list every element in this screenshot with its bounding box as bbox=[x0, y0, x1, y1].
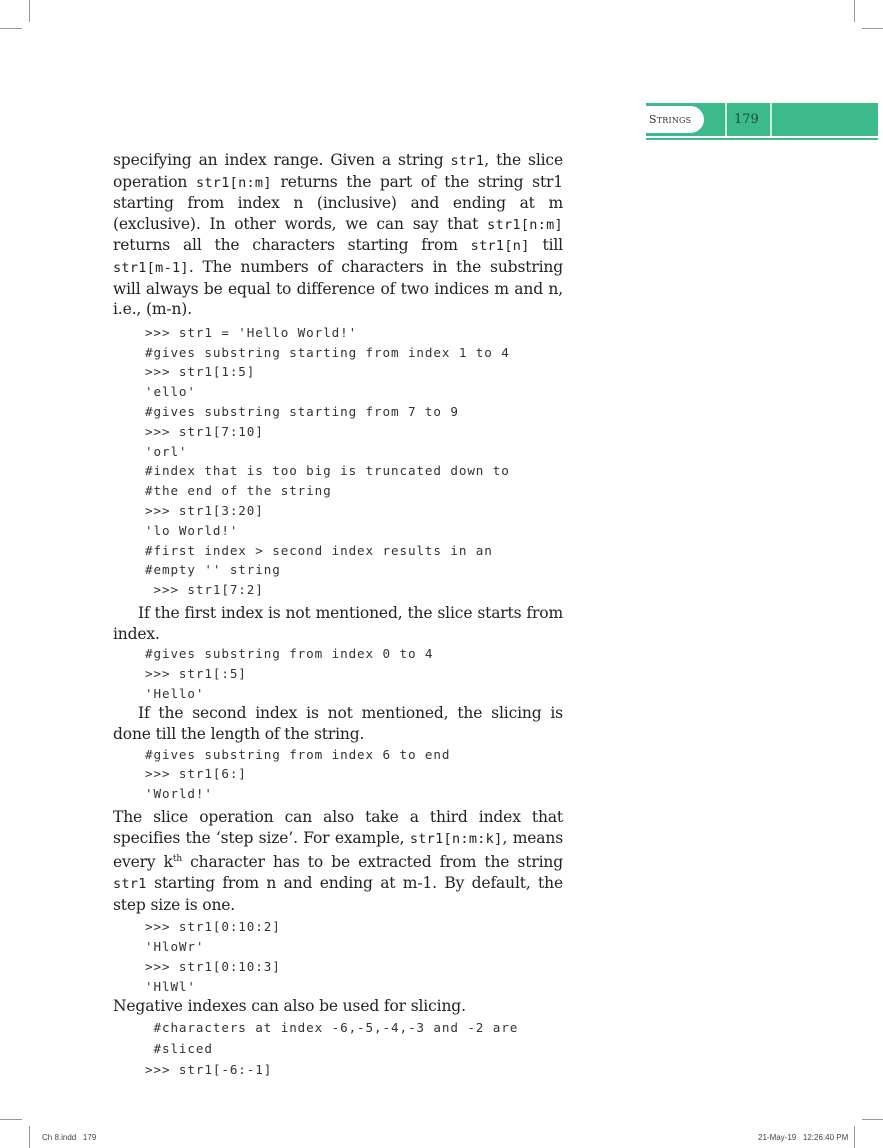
code-line: >>> str1[:5] bbox=[145, 665, 247, 681]
footer-timestamp: 21-May-19 12:26:40 PM bbox=[758, 1133, 849, 1142]
crop-mark-bottom-left-h bbox=[0, 1119, 22, 1120]
code-line: #the end of the string bbox=[145, 483, 332, 499]
superscript: th bbox=[172, 854, 183, 865]
code-line: >>> str1[7:10] bbox=[145, 423, 264, 439]
inline-code: str1[n:m] bbox=[195, 174, 272, 191]
footer-file-info: Ch 8.indd 179 bbox=[42, 1133, 97, 1142]
header-rule bbox=[646, 138, 878, 140]
paragraph-second-index-omitted: If the second index is not mentioned, th… bbox=[113, 704, 563, 744]
inline-code: str1 bbox=[113, 876, 147, 892]
code-line: >>> str1[1:5] bbox=[145, 364, 256, 380]
crop-mark-bottom-left-v bbox=[29, 1126, 30, 1148]
crop-mark-bottom-right-v bbox=[854, 1126, 855, 1148]
text-run: specifying an index range. Given a strin… bbox=[113, 151, 451, 169]
code-block-first-index-omitted: #gives substring from index 0 to 4 >>> st… bbox=[113, 644, 563, 703]
section-title-tab: Strings bbox=[646, 106, 704, 133]
code-line: #index that is too big is truncated down… bbox=[145, 463, 510, 479]
paragraph-negative-indexes: Negative indexes can also be used for sl… bbox=[113, 997, 466, 1016]
code-line: #sliced bbox=[145, 1040, 213, 1056]
code-line: 'ello' bbox=[145, 384, 196, 400]
paragraph-first-index-omitted: If the first index is not mentioned, the… bbox=[113, 603, 563, 643]
code-line: >>> str1[0:10:3] bbox=[145, 958, 281, 974]
header-divider bbox=[770, 103, 772, 136]
crop-mark-bottom-right-h bbox=[862, 1119, 883, 1120]
code-line: #gives substring from index 6 to end bbox=[145, 746, 451, 762]
text-run: till bbox=[529, 236, 563, 255]
code-line: >>> str1[-6:-1] bbox=[145, 1061, 273, 1077]
code-line: 'orl' bbox=[145, 443, 188, 459]
code-block-second-index-omitted: #gives substring from index 6 to end >>> … bbox=[113, 745, 563, 804]
code-block-step-size: >>> str1[0:10:2] 'HloWr' >>> str1[0:10:3] '… bbox=[113, 917, 563, 996]
crop-mark-top-left-h bbox=[0, 28, 22, 29]
header-divider bbox=[725, 103, 727, 136]
inline-code: str1 bbox=[450, 153, 485, 169]
paragraph-step-size: The slice operation can also take a thir… bbox=[113, 807, 563, 915]
code-line: #characters at index -6,-5,-4,-3 and -2 … bbox=[145, 1019, 519, 1035]
section-title: Strings bbox=[649, 113, 692, 126]
code-line: >>> str1[0:10:2] bbox=[145, 919, 281, 935]
text-run: starting from n and ending at m-1. By de… bbox=[113, 874, 563, 914]
inline-code: str1[n:m] bbox=[487, 216, 563, 233]
code-line: 'Hello' bbox=[145, 685, 205, 701]
code-line: >>> str1 = 'Hello World!' bbox=[145, 324, 358, 340]
inline-code: str1[n:m:k] bbox=[409, 830, 503, 847]
code-line: 'HloWr' bbox=[145, 938, 205, 954]
code-line: #empty '' string bbox=[145, 562, 281, 578]
code-line: >>> str1[6:] bbox=[145, 766, 247, 782]
paragraph-slice-range: specifying an index range. Given a strin… bbox=[113, 150, 563, 320]
code-block-slicing-examples: >>> str1 = 'Hello World!' #gives substrin… bbox=[113, 323, 563, 600]
code-line: 'HlWl' bbox=[145, 978, 196, 994]
text-column: specifying an index range. Given a strin… bbox=[113, 150, 563, 1080]
text-run: character has to be extracted from the s… bbox=[182, 853, 563, 872]
code-line: >>> str1[7:2] bbox=[145, 582, 264, 598]
code-line: 'lo World!' bbox=[145, 522, 239, 538]
crop-mark-top-left-v bbox=[29, 0, 30, 22]
code-line: 'World!' bbox=[145, 786, 213, 802]
code-line: #gives substring starting from 7 to 9 bbox=[145, 403, 459, 419]
inline-code: str1[n] bbox=[470, 238, 530, 255]
code-block-negative-indexes: #characters at index -6,-5,-4,-3 and -2 … bbox=[113, 1017, 563, 1080]
crop-mark-top-right-v bbox=[854, 0, 855, 22]
code-line: >>> str1[3:20] bbox=[145, 502, 264, 518]
code-line: #gives substring starting from index 1 t… bbox=[145, 344, 510, 360]
code-line: #gives substring from index 0 to 4 bbox=[145, 646, 434, 662]
text-run: returns all the characters starting from bbox=[113, 236, 471, 255]
page-number: 179 bbox=[734, 112, 759, 127]
crop-mark-top-right-h bbox=[862, 28, 883, 29]
inline-code: str1[m-1] bbox=[113, 259, 189, 276]
code-line: #first index > second index results in a… bbox=[145, 542, 493, 558]
